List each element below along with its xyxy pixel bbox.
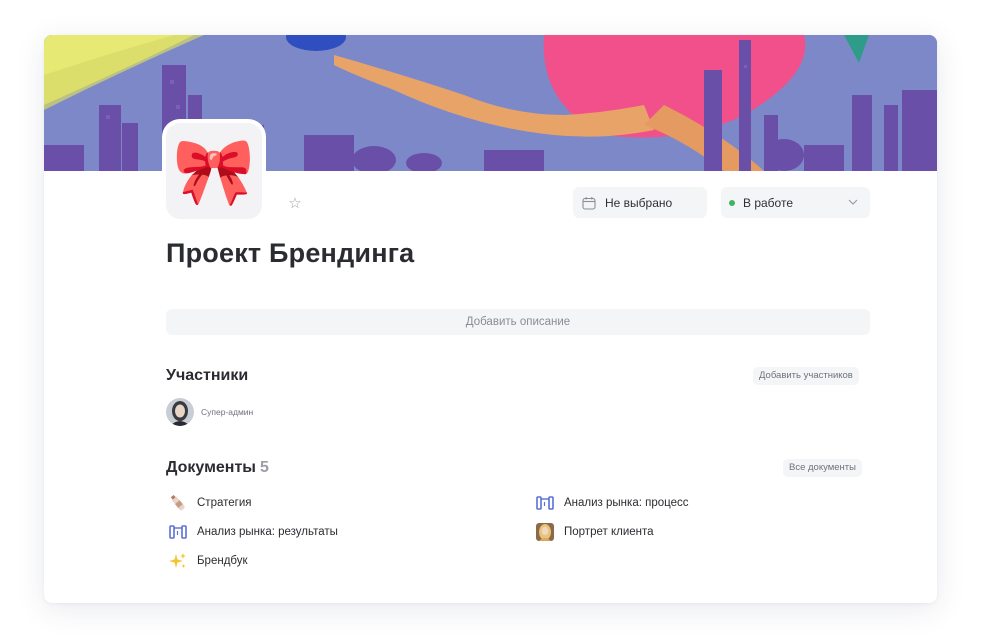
- add-members-button[interactable]: Добавить участников: [753, 367, 859, 385]
- bottle-icon: [168, 493, 188, 513]
- document-label: Брендбук: [197, 555, 248, 567]
- date-label: Не выбрано: [605, 195, 673, 210]
- document-item-strategy[interactable]: Стратегия: [168, 493, 252, 513]
- document-item-brandbook[interactable]: Брендбук: [168, 551, 248, 571]
- document-label: Анализ рынка: результаты: [197, 526, 338, 538]
- chevron-down-icon: [848, 199, 858, 205]
- measure-icon: [168, 522, 188, 542]
- all-documents-button[interactable]: Все документы: [783, 459, 862, 477]
- documents-title: Документы 5: [166, 459, 269, 477]
- project-icon-tile[interactable]: 🎀: [166, 123, 262, 219]
- date-select-button[interactable]: Не выбрано: [573, 187, 707, 218]
- documents-title-label: Документы: [166, 459, 256, 476]
- sparkles-icon: [168, 551, 188, 571]
- star-icon[interactable]: ☆: [286, 195, 304, 213]
- documents-count: 5: [259, 459, 269, 476]
- bow-icon: 🎀: [172, 134, 256, 208]
- document-item-market-process[interactable]: Анализ рынка: процесс: [535, 493, 688, 513]
- document-label: Анализ рынка: процесс: [564, 497, 689, 509]
- status-label: В работе: [743, 195, 794, 210]
- document-label: Стратегия: [197, 497, 252, 509]
- avatar: [166, 398, 194, 426]
- page-title[interactable]: Проект Брендинга: [166, 238, 414, 269]
- measure-icon: [535, 493, 555, 513]
- status-select[interactable]: В работе: [721, 187, 870, 218]
- member-item[interactable]: Супер-админ: [166, 398, 253, 426]
- document-item-client-portrait[interactable]: Портрет клиента: [535, 522, 654, 542]
- members-title: Участники: [166, 367, 249, 384]
- project-card: 🎀 ☆ Не выбрано В работе Проект Брендинга…: [44, 35, 937, 603]
- portrait-icon: [535, 522, 555, 542]
- document-label: Портрет клиента: [564, 526, 654, 538]
- add-description-button[interactable]: Добавить описание: [166, 309, 870, 335]
- document-item-market-results[interactable]: Анализ рынка: результаты: [168, 522, 338, 542]
- member-role: Супер-админ: [201, 407, 254, 417]
- calendar-icon: [582, 196, 596, 210]
- status-dot-icon: [729, 199, 735, 206]
